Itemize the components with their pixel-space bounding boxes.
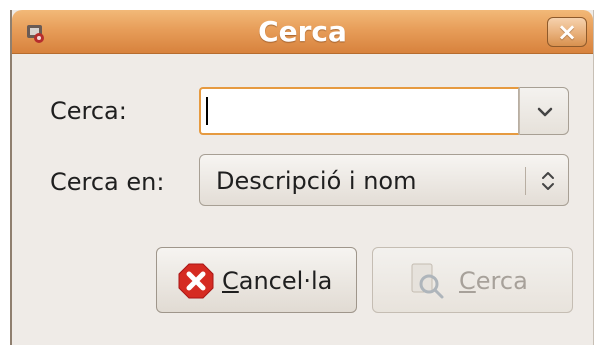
cancel-mnemonic: C [222,267,239,295]
close-icon: × [556,18,578,46]
search-dialog: Cerca × Cerca: Cerca en: Descripció i no… [10,10,594,345]
cancel-button[interactable]: Cancel·la [156,247,357,313]
search-input[interactable] [199,87,519,135]
search-icon [411,263,444,299]
text-caret [206,97,208,125]
search-label: Cerca: [50,97,127,125]
search-button-label: Cerca [459,248,528,314]
cancel-label-rest: ancel·la [238,267,333,295]
search-in-label: Cerca en: [50,168,165,196]
up-down-chevron-icon [542,172,554,190]
chevron-down-icon [537,107,553,117]
search-mnemonic: C [459,267,476,295]
search-history-dropdown-button[interactable] [519,87,569,135]
search-in-value: Descripció i nom [216,167,417,195]
close-button[interactable]: × [547,17,587,47]
combo-divider [525,167,526,195]
cancel-button-label: Cancel·la [222,248,332,314]
search-label-rest: erca [475,267,528,295]
search-in-select[interactable]: Descripció i nom [199,154,569,206]
titlebar: Cerca × [12,10,593,54]
cancel-icon [178,263,214,299]
search-button[interactable]: Cerca [372,247,573,313]
window-title: Cerca [258,15,347,48]
